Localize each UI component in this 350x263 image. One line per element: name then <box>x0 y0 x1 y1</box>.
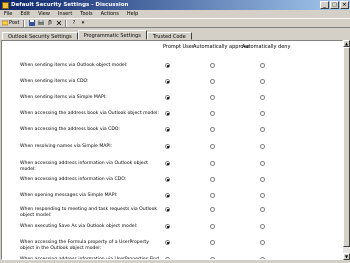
setting-label: When accessing address information via C… <box>20 177 127 182</box>
radio-prompt-user[interactable] <box>165 144 170 149</box>
radio-automatically-deny[interactable] <box>260 63 265 68</box>
radio-automatically-approve[interactable] <box>210 95 215 100</box>
tab-strip: Outlook Security Settings Programmatic Se… <box>2 30 192 40</box>
radio-automatically-deny[interactable] <box>260 224 265 229</box>
tab-outlook-security-settings[interactable]: Outlook Security Settings <box>2 32 78 40</box>
post-button[interactable]: Post <box>0 19 21 27</box>
radio-prompt-user[interactable] <box>165 127 170 132</box>
app-icon <box>2 1 9 9</box>
menu-item-help[interactable]: Help <box>123 11 142 17</box>
radio-prompt-user[interactable] <box>165 207 170 212</box>
column-header-automatically-approve: Automatically approve <box>193 44 250 50</box>
radio-automatically-deny[interactable] <box>260 177 265 182</box>
radio-automatically-approve[interactable] <box>210 224 215 229</box>
radio-prompt-user[interactable] <box>165 240 170 245</box>
radio-automatically-approve[interactable] <box>210 193 215 198</box>
radio-automatically-deny[interactable] <box>260 257 265 259</box>
setting-label: When accessing the Formula property of a… <box>20 240 149 251</box>
post-icon <box>1 20 9 26</box>
radio-automatically-deny[interactable] <box>260 95 265 100</box>
radio-automatically-deny[interactable] <box>260 127 265 132</box>
title-bar: Default Security Settings - Discussion _… <box>0 0 350 10</box>
delete-icon[interactable] <box>55 20 62 27</box>
radio-automatically-deny[interactable] <box>260 193 265 198</box>
radio-automatically-approve[interactable] <box>210 257 215 259</box>
radio-prompt-user[interactable] <box>165 224 170 229</box>
menu-item-edit[interactable]: Edit <box>16 11 34 17</box>
attach-icon[interactable] <box>46 20 53 27</box>
setting-label: When accessing the address book via CDO: <box>20 127 120 132</box>
column-header-prompt-user: Prompt User <box>163 44 194 50</box>
scroll-thumb[interactable] <box>343 47 350 247</box>
setting-label: When opening messages via Simple MAPI: <box>20 193 118 198</box>
tab-programmatic-settings[interactable]: Programmatic Settings <box>77 30 147 40</box>
window-title: Default Security Settings - Discussion <box>11 2 129 8</box>
radio-prompt-user[interactable] <box>165 111 170 116</box>
minimize-button[interactable]: _ <box>320 1 329 9</box>
radio-automatically-approve[interactable] <box>210 63 215 68</box>
radio-prompt-user[interactable] <box>165 257 170 259</box>
setting-label: When resolving names via Simple MAPI: <box>20 144 113 149</box>
help-icon[interactable]: ? <box>70 20 77 27</box>
menu-item-view[interactable]: View <box>34 11 54 17</box>
radio-automatically-approve[interactable] <box>210 240 215 245</box>
window-controls: _ □ × <box>320 1 349 9</box>
toolbar-separator <box>65 19 68 27</box>
radio-prompt-user[interactable] <box>165 95 170 100</box>
radio-automatically-deny[interactable] <box>260 111 265 116</box>
scroll-up-button[interactable]: ▲ <box>343 40 350 47</box>
menu-item-tools[interactable]: Tools <box>76 11 96 17</box>
scroll-down-button[interactable]: ▼ <box>343 253 350 260</box>
setting-label: When executing Save As via Outlook objec… <box>20 224 138 229</box>
menu-item-actions[interactable]: Actions <box>97 11 123 17</box>
setting-label: When sending items via CDO: <box>20 79 89 84</box>
setting-label: When accessing address information via O… <box>20 161 148 172</box>
dropdown-icon[interactable]: ▾ <box>79 20 86 27</box>
column-header-automatically-deny: Automatically deny <box>242 44 291 50</box>
toolbar: Post ? ▾ <box>0 18 350 28</box>
tab-trusted-code[interactable]: Trusted Code <box>146 32 192 40</box>
radio-prompt-user[interactable] <box>165 79 170 84</box>
radio-automatically-deny[interactable] <box>260 240 265 245</box>
radio-automatically-approve[interactable] <box>210 161 215 166</box>
setting-label: When responding to meeting and task requ… <box>20 207 158 218</box>
radio-prompt-user[interactable] <box>165 193 170 198</box>
menu-item-file[interactable]: File <box>0 11 16 17</box>
radio-automatically-approve[interactable] <box>210 207 215 212</box>
radio-automatically-deny[interactable] <box>260 161 265 166</box>
save-icon[interactable] <box>28 20 35 27</box>
radio-prompt-user[interactable] <box>165 177 170 182</box>
setting-label: When sending items via Simple MAPI: <box>20 95 107 100</box>
radio-prompt-user[interactable] <box>165 63 170 68</box>
radio-automatically-deny[interactable] <box>260 144 265 149</box>
radio-automatically-approve[interactable] <box>210 144 215 149</box>
radio-automatically-approve[interactable] <box>210 177 215 182</box>
setting-label: When accessing address information via U… <box>20 257 160 260</box>
print-icon[interactable] <box>37 20 44 27</box>
setting-label: When accessing the address book via Outl… <box>20 111 159 116</box>
radio-automatically-deny[interactable] <box>260 207 265 212</box>
vertical-scrollbar[interactable]: ▲ ▼ <box>343 40 350 260</box>
radio-automatically-approve[interactable] <box>210 79 215 84</box>
toolbar-separator <box>23 19 26 27</box>
setting-label: When sending items via Outlook object mo… <box>20 63 128 68</box>
programmatic-settings-panel: Prompt User Automatically approve Automa… <box>1 40 343 260</box>
menu-item-insert[interactable]: Insert <box>54 11 76 17</box>
radio-prompt-user[interactable] <box>165 161 170 166</box>
menu-bar: File Edit View Insert Tools Actions Help <box>0 10 350 18</box>
maximize-button[interactable]: □ <box>330 1 339 9</box>
radio-automatically-deny[interactable] <box>260 79 265 84</box>
close-button[interactable]: × <box>340 1 349 9</box>
radio-automatically-approve[interactable] <box>210 127 215 132</box>
radio-automatically-approve[interactable] <box>210 111 215 116</box>
